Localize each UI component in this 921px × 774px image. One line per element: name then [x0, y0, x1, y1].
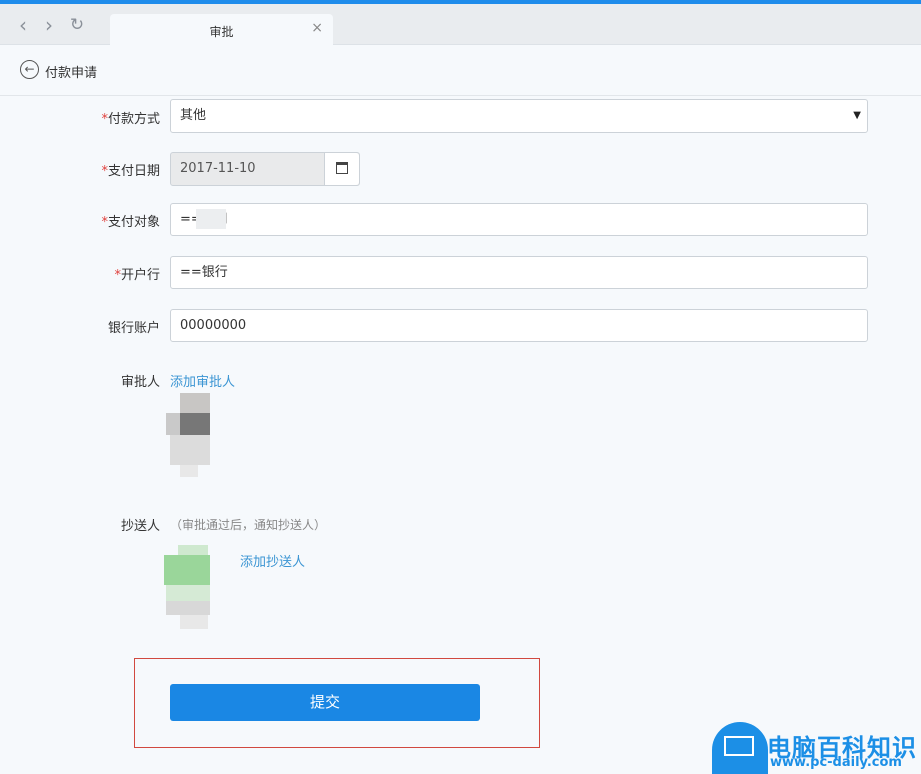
cc-hint: （审批通过后，通知抄送人） [170, 518, 327, 532]
reload-icon[interactable]: ↻ [68, 16, 86, 34]
back-arrow-icon[interactable]: ← [20, 60, 39, 79]
page-title: 付款申请 [45, 66, 98, 81]
cc-label: 抄送人 [120, 519, 160, 534]
site-watermark: 电脑百科知识 www.pc-daily.com [712, 722, 921, 774]
pay-date-label: *支付日期 [101, 164, 160, 179]
calendar-icon [336, 162, 348, 174]
payee-input[interactable]: ==公司 [170, 203, 868, 236]
watermark-url: www.pc-daily.com [770, 755, 902, 770]
bank-label: *开户行 [114, 268, 160, 283]
redaction-blur [196, 209, 226, 229]
tab-approval[interactable]: 审批 × [110, 14, 333, 48]
approver-label: 审批人 [120, 375, 160, 390]
add-cc-link[interactable]: 添加抄送人 [240, 551, 305, 570]
approver-avatar[interactable] [166, 393, 212, 479]
pay-date-field[interactable]: 2017-11-10 [170, 152, 360, 186]
back-nav-icon[interactable]: ‹ [14, 15, 32, 35]
submit-button[interactable]: 提交 [170, 684, 480, 721]
forward-nav-icon[interactable]: › [40, 15, 58, 35]
pay-date-value: 2017-11-10 [180, 161, 256, 176]
payment-method-label: *付款方式 [101, 112, 160, 127]
browser-tab-bar: ‹ › ↻ 审批 × [0, 4, 921, 48]
page-header: ← 付款申请 [0, 45, 921, 96]
payment-method-value: 其他 [180, 108, 207, 123]
bank-input[interactable]: ==银行 [170, 256, 868, 289]
dropdown-arrow-icon: ▼ [853, 110, 861, 121]
tab-close-icon[interactable]: × [311, 20, 323, 36]
payee-label: *支付对象 [101, 215, 160, 230]
add-approver-link[interactable]: 添加审批人 [170, 371, 235, 390]
tab-title: 审批 [209, 25, 234, 39]
cc-avatar[interactable] [164, 545, 212, 631]
account-value: 00000000 [180, 318, 247, 333]
calendar-button[interactable] [324, 153, 359, 185]
payment-method-select[interactable]: 其他 ▼ [170, 99, 868, 133]
bank-value: ==银行 [180, 265, 228, 280]
account-input[interactable]: 00000000 [170, 309, 868, 342]
monitor-logo-icon [712, 722, 768, 774]
account-label: 银行账户 [107, 321, 160, 336]
